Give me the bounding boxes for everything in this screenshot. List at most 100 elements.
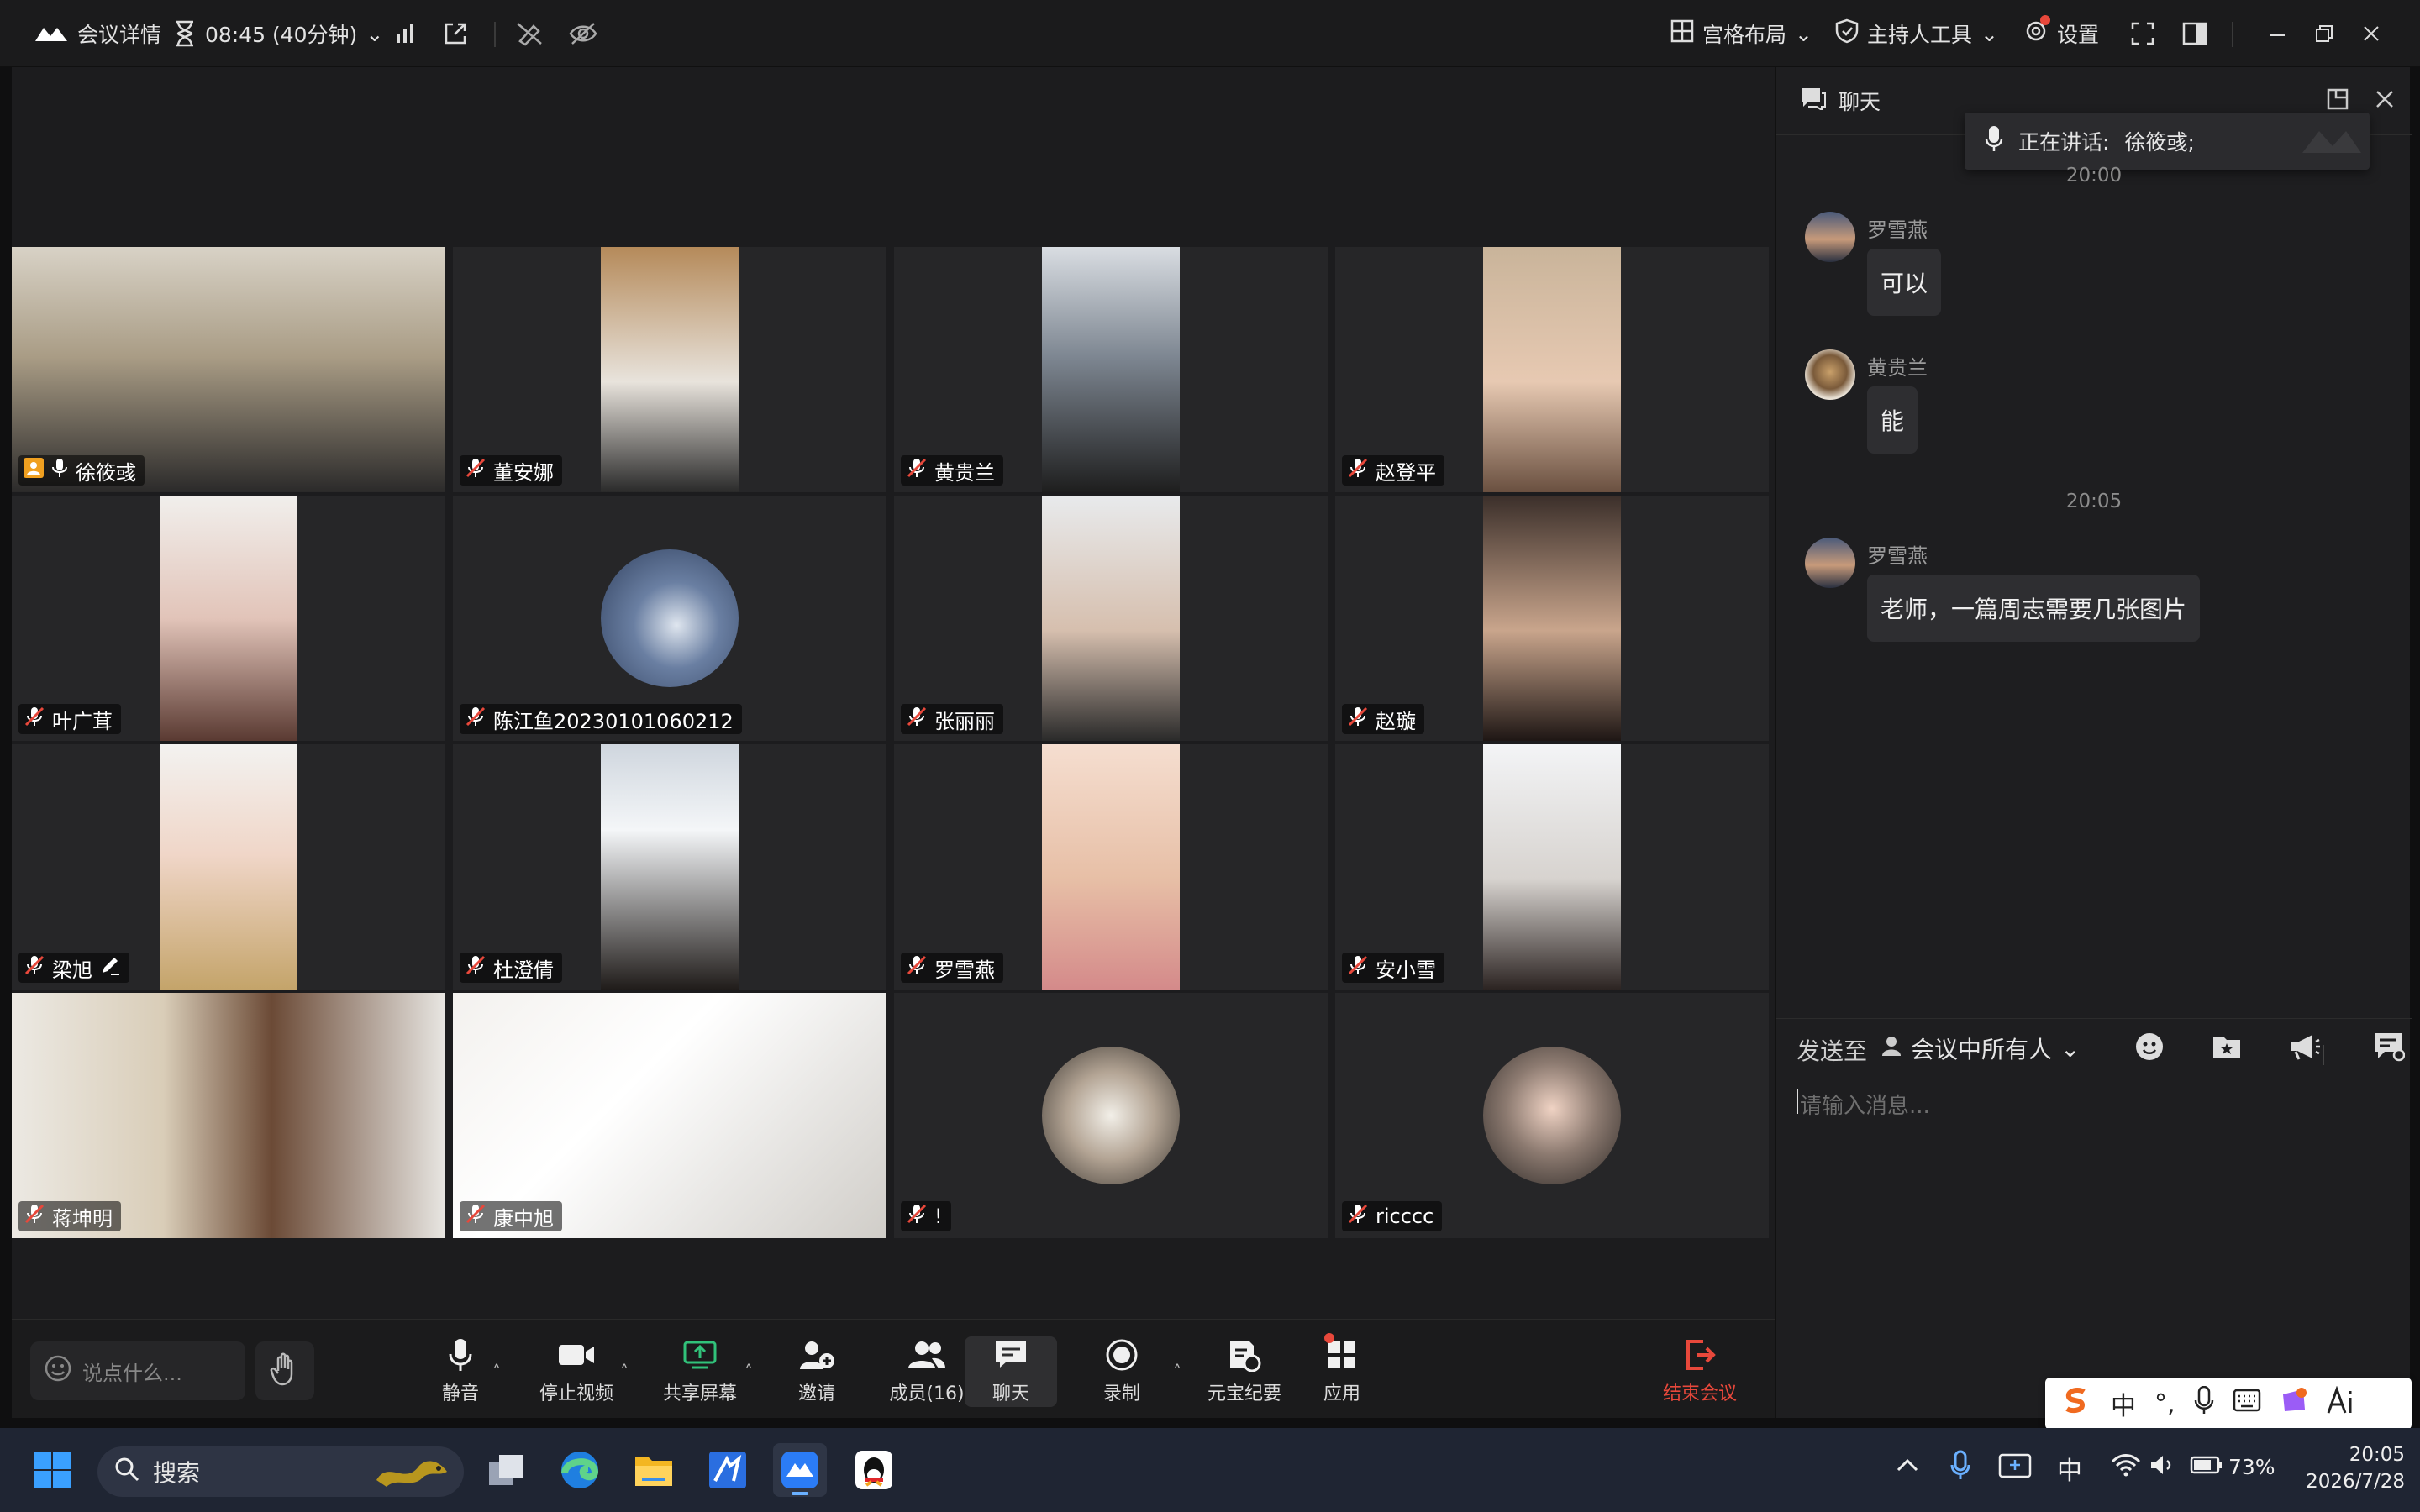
meeting-timer-label: 08:45 (40分钟) (205, 23, 358, 47)
apps-button[interactable]: 应用 (1296, 1333, 1388, 1407)
avatar[interactable] (1805, 538, 1855, 588)
share-out-icon[interactable] (439, 17, 472, 50)
taskbar-search[interactable]: 搜索 (97, 1446, 464, 1497)
video-tile[interactable]: 安小雪 (1335, 744, 1769, 990)
send-to-dropdown[interactable]: 会议中所有人 ⌄ (1881, 1032, 2080, 1065)
video-tile[interactable]: 黄贵兰 (894, 247, 1328, 492)
video-tile[interactable]: 董安娜 (453, 247, 886, 492)
input-language[interactable]: 中 (2057, 1450, 2082, 1487)
participant-name: 赵登平 (1376, 460, 1436, 485)
divider (494, 22, 496, 47)
participant-nameplate: ricccc (1342, 1201, 1443, 1231)
hide-eye-icon[interactable] (566, 17, 600, 50)
chevron-up-icon[interactable] (1896, 1457, 1919, 1477)
participant-video (601, 744, 739, 990)
video-tile[interactable]: 叶广茸 (12, 496, 445, 741)
mic-muted-icon (1347, 706, 1369, 732)
message-input[interactable]: 请输入消息... (1800, 1089, 1930, 1120)
raise-hand-button[interactable] (255, 1341, 314, 1400)
stop-video-button[interactable]: 停止视频 (530, 1336, 623, 1407)
volume-icon[interactable] (2149, 1453, 2178, 1480)
screen-capture-icon[interactable] (1998, 1452, 2032, 1482)
share-screen-button[interactable]: 共享屏幕 (654, 1336, 746, 1407)
app-blue-icon[interactable] (701, 1443, 755, 1497)
video-tile[interactable]: 徐筱彧 (12, 247, 445, 492)
meeting-details-button[interactable]: 会议详情 (34, 15, 161, 52)
speaking-name: 徐筱彧; (2124, 130, 2195, 155)
video-tile[interactable]: 杜澄倩 (453, 744, 886, 990)
end-meeting-button[interactable]: 结束会议 (1654, 1336, 1746, 1407)
video-tile[interactable]: ! (894, 993, 1328, 1238)
caret-up-icon[interactable]: ˄ (1173, 1362, 1190, 1382)
wifi-icon[interactable] (2111, 1453, 2141, 1480)
restore-icon[interactable] (2307, 17, 2341, 50)
meeting-timer[interactable]: 08:45 (40分钟) ⌄ (173, 15, 383, 52)
microphone-icon (448, 1336, 473, 1373)
video-tile[interactable]: 赵璇 (1335, 496, 1769, 741)
announcement-icon[interactable] (2289, 1033, 2321, 1063)
say-something-input[interactable]: 说点什么... (30, 1341, 245, 1400)
chat-title: 聊天 (1839, 90, 1881, 114)
meeting-toolbar: 说点什么... 静音 ˄ 停止视频 ˄ 共享屏幕 ˄ 邀请 成员(16) 聊天 … (12, 1319, 1775, 1418)
participant-nameplate: 黄贵兰 (901, 455, 1003, 486)
file-folder-icon[interactable] (2212, 1033, 2242, 1063)
video-tile[interactable]: 蒋坤明 (12, 993, 445, 1238)
mic-muted-icon (906, 954, 928, 981)
video-tile[interactable]: 张丽丽 (894, 496, 1328, 741)
layout-button[interactable]: 宫格布局 ⌄ (1670, 15, 1812, 52)
close-icon[interactable] (2375, 89, 2395, 113)
task-view-icon[interactable] (479, 1443, 533, 1497)
video-tile[interactable]: 陈江鱼20230101060212 (453, 496, 886, 741)
microphone-icon (1985, 125, 2003, 157)
qq-icon[interactable] (847, 1443, 901, 1497)
participant-nameplate: 叶广茸 (18, 704, 121, 734)
share-screen-icon (682, 1336, 718, 1373)
mic-muted-icon (24, 706, 45, 732)
caret-up-icon[interactable]: ˄ (492, 1362, 509, 1382)
edge-browser-icon[interactable] (553, 1443, 607, 1497)
record-button[interactable]: 录制 (1076, 1336, 1168, 1407)
windows-start-icon[interactable] (25, 1443, 79, 1497)
popout-icon[interactable] (2326, 87, 2349, 114)
yuanbao-minutes-button[interactable]: 元宝纪要 (1190, 1336, 1299, 1407)
settings-label: 设置 (2057, 23, 2100, 47)
avatar (1483, 1047, 1621, 1184)
video-tile[interactable]: 赵登平 (1335, 247, 1769, 492)
caret-up-icon[interactable]: ˄ (744, 1362, 761, 1382)
invite-button[interactable]: 邀请 (771, 1336, 863, 1407)
microphone-icon[interactable] (1949, 1450, 1971, 1483)
emoji-icon[interactable] (2134, 1032, 2165, 1065)
participant-name: 罗雪燕 (934, 958, 995, 982)
fullscreen-icon[interactable] (2126, 17, 2160, 50)
participant-video (160, 744, 297, 990)
caret-up-icon[interactable]: ˄ (620, 1362, 637, 1382)
ime-toolbar[interactable]: 中 °, (2045, 1378, 2412, 1430)
video-tile[interactable]: 罗雪燕 (894, 744, 1328, 990)
video-tile[interactable]: ricccc (1335, 993, 1769, 1238)
tencent-meeting-taskbar-icon[interactable] (773, 1443, 827, 1497)
message-sender: 黄贵兰 (1867, 356, 1928, 380)
send-to-target: 会议中所有人 (1911, 1036, 2053, 1063)
participant-video (160, 496, 297, 741)
participant-name: ! (934, 1205, 943, 1228)
close-icon[interactable] (2354, 17, 2388, 50)
signal-stats-icon[interactable] (388, 17, 422, 50)
video-tile[interactable]: 康中旭 (453, 993, 886, 1238)
gear-icon (2023, 15, 2050, 49)
minimize-icon[interactable] (2260, 17, 2294, 50)
avatar[interactable] (1805, 212, 1855, 262)
video-tile[interactable]: 梁旭 (12, 744, 445, 990)
hourglass-icon (173, 20, 197, 47)
chat-button[interactable]: 聊天 (965, 1336, 1057, 1407)
sidebar-toggle-icon[interactable] (2178, 17, 2212, 50)
clock[interactable]: 20:05 2026/7/28 (2302, 1441, 2405, 1495)
mic-muted-icon (906, 1203, 928, 1230)
no-annotation-icon[interactable] (513, 17, 546, 50)
settings-button[interactable]: 设置 (2023, 15, 2099, 52)
avatar[interactable] (1805, 349, 1855, 400)
host-tools-button[interactable]: 主持人工具 ⌄ (1835, 15, 1998, 52)
battery-icon[interactable] (2190, 1455, 2223, 1478)
participant-name: 梁旭 (52, 958, 92, 982)
chat-settings-icon[interactable] (2373, 1032, 2406, 1065)
file-explorer-icon[interactable] (627, 1443, 681, 1497)
